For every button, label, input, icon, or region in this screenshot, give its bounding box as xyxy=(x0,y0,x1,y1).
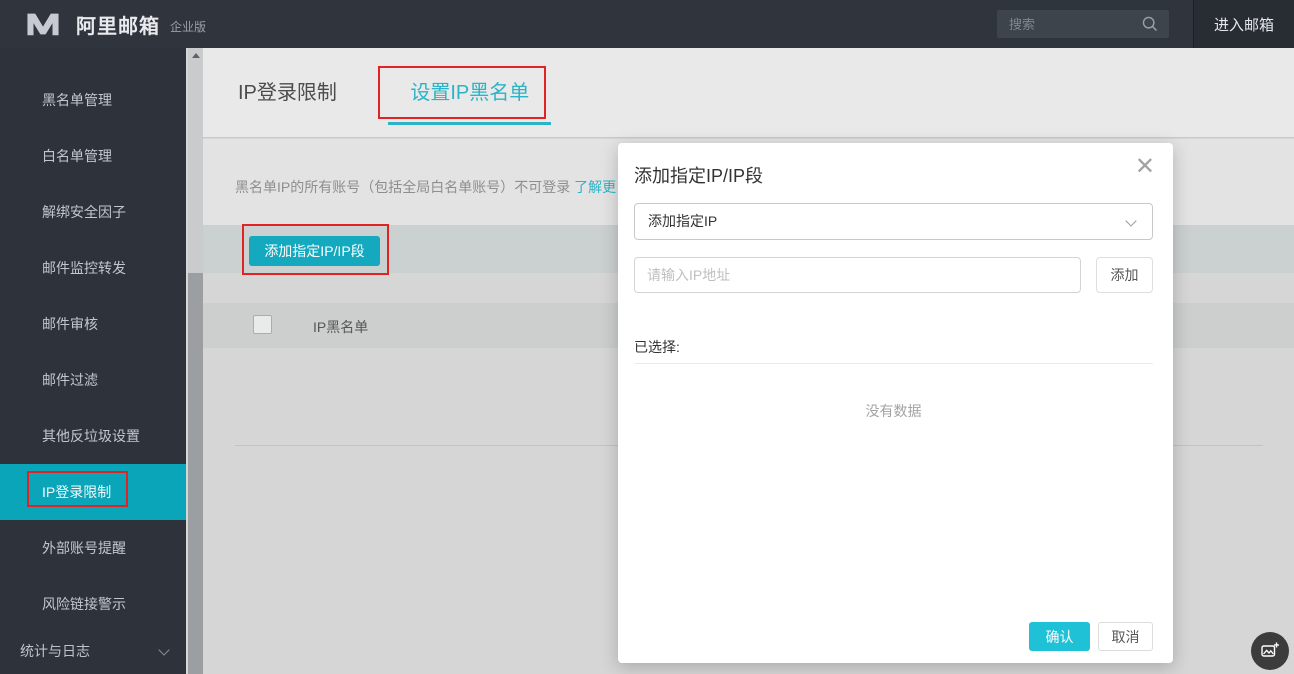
sidebar-item-risk-link-warning[interactable]: 风险链接警示 xyxy=(0,576,186,632)
sidebar-item-external-account-alert[interactable]: 外部账号提醒 xyxy=(0,520,186,576)
modal-divider xyxy=(634,363,1153,364)
scrollbar-thumb[interactable] xyxy=(188,273,203,674)
tab-bar: IP登录限制 设置IP黑名单 xyxy=(203,48,1294,138)
add-ip-range-button[interactable]: 添加指定IP/IP段 xyxy=(249,236,380,266)
selected-label: 已选择: xyxy=(634,339,680,355)
ip-type-select-value: 添加指定IP xyxy=(648,213,718,229)
add-image-icon xyxy=(1261,642,1279,657)
ip-type-select[interactable]: 添加指定IP xyxy=(634,203,1153,240)
tab-set-ip-blacklist[interactable]: 设置IP黑名单 xyxy=(388,76,552,125)
select-all-checkbox[interactable] xyxy=(253,315,272,334)
sidebar-nav: 黑名单管理 白名单管理 解绑安全因子 邮件监控转发 邮件审核 邮件过滤 其他反垃… xyxy=(0,48,186,674)
blacklist-description-text: 黑名单IP的所有账号（包括全局白名单账号）不可登录 xyxy=(235,179,575,195)
empty-state-text: 没有数据 xyxy=(865,403,922,419)
sidebar-item-mail-monitor-forward[interactable]: 邮件监控转发 xyxy=(0,240,186,296)
search-icon xyxy=(1142,16,1157,31)
modal-title: 添加指定IP/IP段 xyxy=(634,166,764,186)
chevron-down-icon xyxy=(158,644,170,656)
close-icon[interactable]: ✕ xyxy=(1135,155,1155,179)
table-column-ip-blacklist: IP黑名单 xyxy=(313,319,369,335)
mail-m-logo-icon xyxy=(27,13,59,36)
confirm-button[interactable]: 确认 xyxy=(1029,622,1090,651)
scrollbar-up-arrow[interactable] xyxy=(188,48,203,63)
app-header: 阿里邮箱 企业版 进入邮箱 xyxy=(0,0,1294,48)
sidebar-section-stats-logs[interactable]: 统计与日志 xyxy=(0,636,186,666)
sidebar-item-mail-review[interactable]: 邮件审核 xyxy=(0,296,186,352)
sidebar-item-whitelist-mgmt[interactable]: 白名单管理 xyxy=(0,128,186,184)
sidebar-item-mail-filter[interactable]: 邮件过滤 xyxy=(0,352,186,408)
enter-mailbox-button[interactable]: 进入邮箱 xyxy=(1193,0,1294,48)
cancel-button[interactable]: 取消 xyxy=(1098,622,1153,651)
header-search xyxy=(997,10,1169,38)
feedback-compose-button[interactable] xyxy=(1251,632,1289,670)
sidebar-item-unbind-security[interactable]: 解绑安全因子 xyxy=(0,184,186,240)
chevron-down-icon xyxy=(1125,215,1137,227)
ip-address-input[interactable] xyxy=(634,257,1081,293)
brand-logo: 阿里邮箱 企业版 xyxy=(24,10,206,39)
brand-edition-label: 企业版 xyxy=(170,19,207,34)
sidebar-footer-label: 统计与日志 xyxy=(20,643,90,659)
add-ip-button[interactable]: 添加 xyxy=(1096,257,1153,293)
sidebar-item-ip-login-limit[interactable]: IP登录限制 xyxy=(0,464,186,520)
sidebar-item-other-antispam[interactable]: 其他反垃圾设置 xyxy=(0,408,186,464)
tab-ip-login-limit[interactable]: IP登录限制 xyxy=(234,76,341,125)
sidebar-scrollbar[interactable] xyxy=(188,48,203,674)
brand-name: 阿里邮箱 xyxy=(76,15,160,38)
add-ip-modal: 添加指定IP/IP段 ✕ 添加指定IP 添加 已选择: 没有数据 确认 取消 xyxy=(618,143,1173,663)
sidebar-item-blacklist-mgmt[interactable]: 黑名单管理 xyxy=(0,72,186,128)
learn-more-link[interactable]: 了解更 xyxy=(574,179,616,195)
